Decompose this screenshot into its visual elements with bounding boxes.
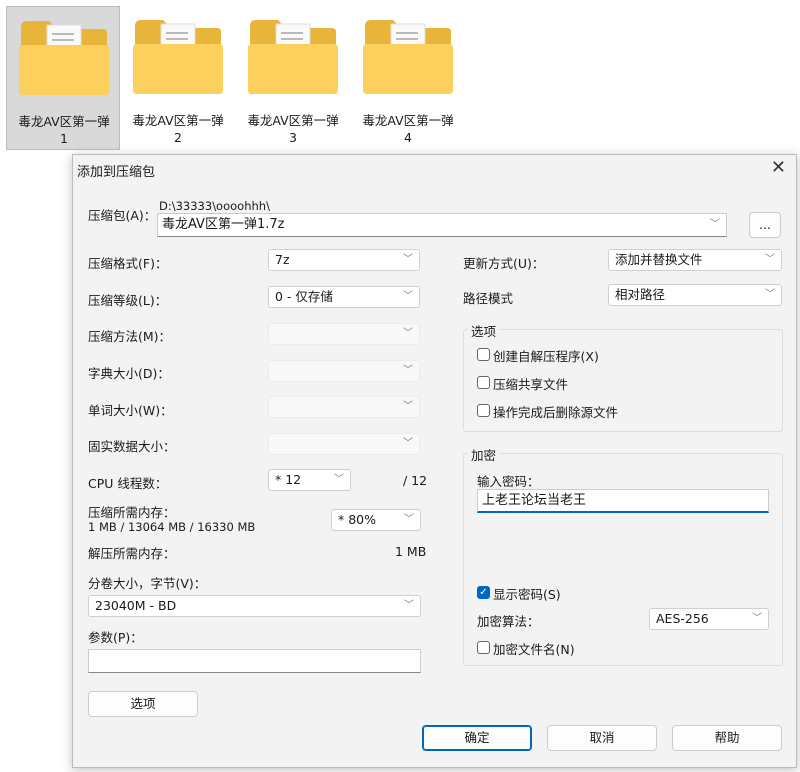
folder-icon (363, 20, 453, 94)
dialog-title: 添加到压缩包 (77, 165, 156, 180)
format-select[interactable]: 7z ﹀ (268, 249, 420, 271)
cpu-max: / 12 (403, 473, 428, 488)
options-group-label: 选项 (468, 321, 500, 340)
folder-name: 毒龙AV区第一弹 (132, 113, 224, 128)
delete-label: 操作完成后删除源文件 (493, 405, 619, 420)
chevron-down-icon: ﹀ (403, 291, 413, 302)
chevron-down-icon: ﹀ (404, 600, 414, 611)
decomp-value: 1 MB (395, 544, 427, 559)
format-label: 压缩格式(F)： (88, 256, 168, 271)
folder-icon (19, 21, 109, 95)
word-label: 单词大小(W)： (88, 403, 173, 418)
add-to-archive-dialog: 添加到压缩包 ✕ 压缩包(A)： D:\33333\oooohhh\ 毒龙AV区… (72, 154, 797, 768)
chevron-down-icon: ﹀ (710, 219, 720, 230)
update-label: 更新方式(U)： (463, 256, 545, 271)
dict-select: ﹀ (268, 360, 420, 382)
chevron-down-icon: ﹀ (765, 289, 775, 300)
update-select[interactable]: 添加并替换文件 ﹀ (608, 249, 782, 271)
folder-name: 毒龙AV区第一弹 (18, 114, 110, 129)
solid-label: 固实数据大小： (88, 439, 176, 454)
encrypt-names-label: 加密文件名(N) (493, 642, 575, 657)
folder-item[interactable]: 毒龙AV区第一弹 3 (236, 6, 350, 150)
mem-percent-select[interactable]: * 80% ﹀ (331, 509, 421, 531)
mem-label: 压缩所需内存： (88, 505, 176, 520)
method-label: 压缩方法(M)： (88, 329, 172, 344)
level-label: 压缩等级(L)： (88, 293, 168, 308)
folder-icon (248, 20, 338, 94)
chevron-down-icon: ﹀ (403, 328, 413, 339)
encrypt-names-checkbox[interactable] (477, 641, 490, 654)
word-select: ﹀ (268, 396, 420, 418)
folder-item[interactable]: 毒龙AV区第一弹 2 (121, 6, 235, 150)
ok-button[interactable]: 确定 (422, 725, 532, 751)
chevron-down-icon: ﹀ (752, 613, 762, 624)
options-button[interactable]: 选项 (88, 691, 198, 717)
split-select[interactable]: 23040M - BD ﹀ (88, 595, 421, 617)
password-input[interactable]: 上老王论坛当老王 (477, 489, 769, 513)
chevron-down-icon: ﹀ (403, 365, 413, 376)
archive-name-combo[interactable]: 毒龙AV区第一弹1.7z ﹀ (157, 213, 727, 237)
show-password-checkbox[interactable]: ✓ (477, 586, 490, 599)
show-password-label: 显示密码(S) (493, 587, 561, 602)
archive-label: 压缩包(A)： (88, 208, 157, 223)
chevron-down-icon: ﹀ (403, 254, 413, 265)
level-select[interactable]: 0 - 仅存储 ﹀ (268, 286, 420, 308)
enc-method-select[interactable]: AES-256 ﹀ (649, 608, 769, 630)
cpu-label: CPU 线程数： (88, 476, 168, 491)
chevron-down-icon: ﹀ (403, 438, 413, 449)
method-select: ﹀ (268, 323, 420, 345)
browse-button[interactable]: ... (749, 212, 781, 238)
cancel-button[interactable]: 取消 (547, 725, 657, 751)
path-label: 路径模式 (463, 291, 514, 306)
chevron-down-icon: ﹀ (403, 401, 413, 412)
sfx-checkbox[interactable] (477, 348, 490, 361)
folder-icon (133, 20, 223, 94)
folder-number: 3 (289, 130, 297, 145)
dict-label: 字典大小(D)： (88, 366, 170, 381)
archive-path: D:\33333\oooohhh\ (159, 199, 270, 213)
folder-name: 毒龙AV区第一弹 (247, 113, 339, 128)
chevron-down-icon: ﹀ (334, 474, 344, 485)
chevron-down-icon: ﹀ (404, 514, 414, 525)
folder-number: 4 (404, 130, 412, 145)
chevron-down-icon: ﹀ (765, 254, 775, 265)
folder-number: 2 (174, 130, 182, 145)
enc-method-label: 加密算法： (477, 614, 540, 629)
folder-item[interactable]: 毒龙AV区第一弹 1 (6, 6, 120, 150)
mem-values: 1 MB / 13064 MB / 16330 MB (88, 520, 256, 534)
folder-item[interactable]: 毒龙AV区第一弹 4 (351, 6, 465, 150)
sfx-label: 创建自解压程序(X) (493, 349, 599, 364)
decomp-label: 解压所需内存： (88, 546, 176, 561)
solid-select: ﹀ (268, 433, 420, 455)
params-label: 参数(P)： (88, 630, 143, 645)
path-select[interactable]: 相对路径 ﹀ (608, 284, 782, 306)
close-icon[interactable]: ✕ (771, 157, 786, 178)
encryption-group-label: 加密 (468, 445, 500, 464)
params-input[interactable] (88, 649, 421, 673)
folder-name: 毒龙AV区第一弹 (362, 113, 454, 128)
password-label: 输入密码： (477, 474, 540, 489)
split-label: 分卷大小，字节(V)： (88, 576, 207, 591)
shared-checkbox[interactable] (477, 376, 490, 389)
cpu-select[interactable]: * 12 ﹀ (268, 469, 351, 491)
shared-label: 压缩共享文件 (493, 377, 569, 392)
folder-number: 1 (60, 131, 68, 146)
help-button[interactable]: 帮助 (672, 725, 782, 751)
delete-checkbox[interactable] (477, 404, 490, 417)
